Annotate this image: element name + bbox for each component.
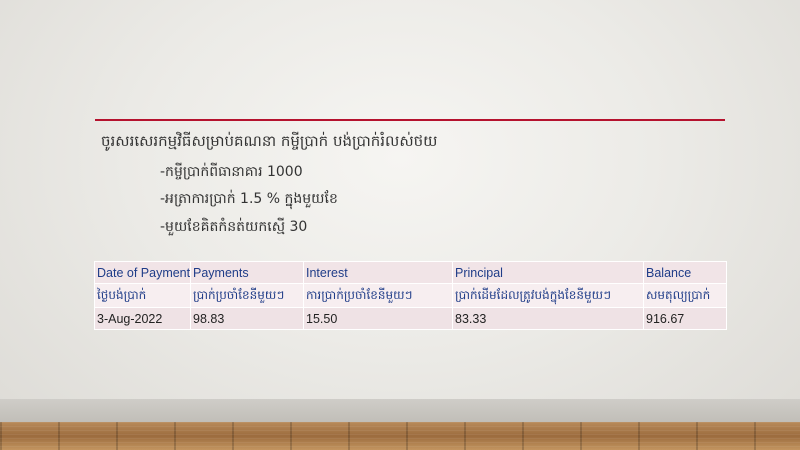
slide-heading: ចូរសរសេរកម្មវិធីសម្រាប់គណនា កម្ចីប្រាក់ … xyxy=(101,132,438,150)
bullet-interest-rate: -អត្រាការប្រាក់ 1.5 % ក្នុងមួយខែ xyxy=(160,191,338,207)
khmer-header-date: ថ្ងៃបង់ប្រាក់ xyxy=(94,283,191,308)
column-header-interest: Interest xyxy=(303,261,453,284)
table-row: 3-Aug-2022 98.83 15.50 83.33 916.67 xyxy=(94,307,727,330)
amortization-table: Date of Payment Payments Interest Princi… xyxy=(94,261,727,330)
cell-balance: 916.67 xyxy=(643,307,727,330)
wood-grain-overlay xyxy=(0,422,800,450)
khmer-header-principal: ប្រាក់ដើមដែលត្រូវបង់ក្នុងខែនីមួយៗ xyxy=(452,283,644,308)
cell-date: 3-Aug-2022 xyxy=(94,307,191,330)
table-header-row: Date of Payment Payments Interest Princi… xyxy=(94,261,727,284)
column-header-payments: Payments xyxy=(190,261,304,284)
khmer-header-payments: ប្រាក់ប្រចាំខែនីមួយៗ xyxy=(190,283,304,308)
cell-payment: 98.83 xyxy=(190,307,304,330)
khmer-header-balance: សមតុល្យប្រាក់ xyxy=(643,283,727,308)
title-divider-line xyxy=(95,119,725,121)
column-header-principal: Principal xyxy=(452,261,644,284)
bullet-loan-amount: -កម្ចីប្រាក់ពីធានាគារ 1000 xyxy=(160,164,303,180)
cell-principal: 83.33 xyxy=(452,307,644,330)
column-header-date: Date of Payment xyxy=(94,261,191,284)
cell-interest: 15.50 xyxy=(303,307,453,330)
column-header-balance: Balance xyxy=(643,261,727,284)
bullet-days-per-month: -មួយខែគិតកំនត់យកស្មើ 30 xyxy=(160,219,308,235)
presentation-slide: ចូរសរសេរកម្មវិធីសម្រាប់គណនា កម្ចីប្រាក់ … xyxy=(0,0,800,450)
table-khmer-header-row: ថ្ងៃបង់ប្រាក់ ប្រាក់ប្រចាំខែនីមួយៗ ការប្… xyxy=(94,283,727,308)
khmer-header-interest: ការប្រាក់ប្រចាំខែនីមួយៗ xyxy=(303,283,453,308)
